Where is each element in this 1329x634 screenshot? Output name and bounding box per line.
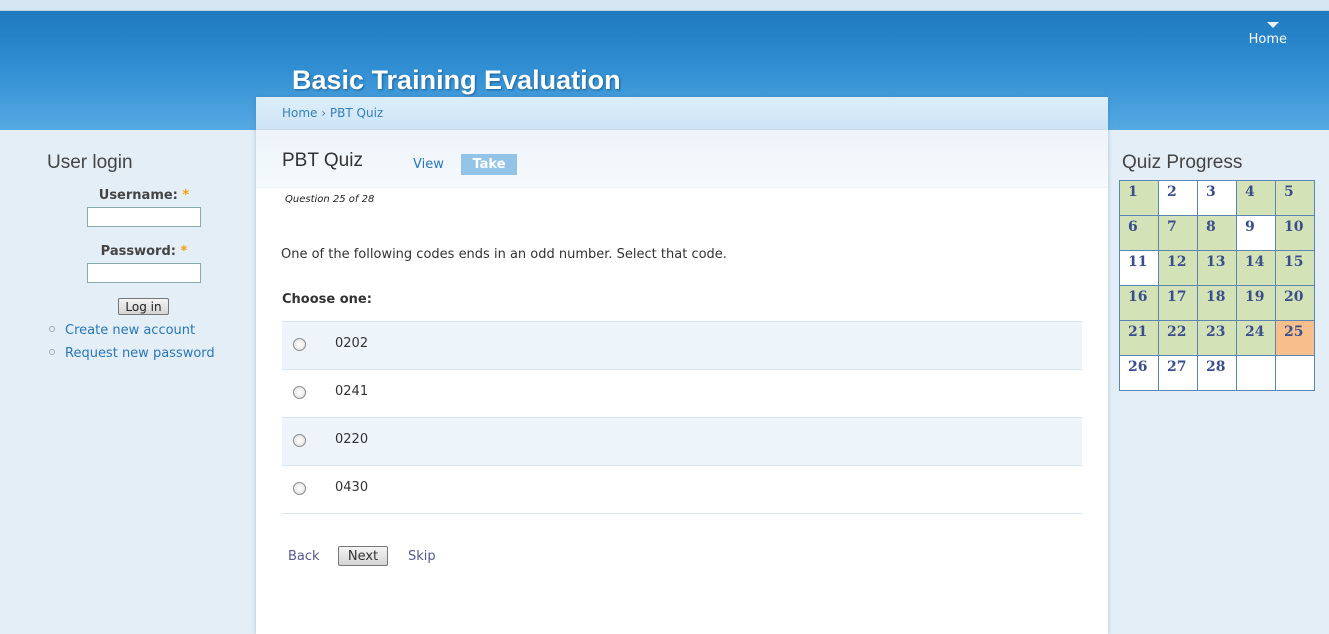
quiz-progress-grid: 1 2 3 4 5 6 7 8 9 10 11 12 13 14 15 16 17 18 19 20 21 22 23 24 2… (1119, 180, 1315, 391)
answer-option[interactable]: 0220 (282, 418, 1082, 466)
next-button[interactable]: Next (338, 546, 388, 566)
progress-row: 21 22 23 24 25 (1119, 320, 1315, 356)
required-marker: * (182, 188, 190, 203)
password-label-text: Password: (100, 244, 176, 259)
progress-cell-7[interactable]: 7 (1158, 215, 1198, 251)
username-label: Username: * (54, 188, 234, 203)
progress-cell-28[interactable]: 28 (1197, 355, 1237, 391)
radio-button[interactable] (293, 386, 306, 399)
tab-take[interactable]: Take (461, 154, 517, 175)
progress-cell-5[interactable]: 5 (1275, 180, 1315, 216)
question-number: Question 25 of 28 (285, 194, 375, 205)
progress-cell-9[interactable]: 9 (1236, 215, 1276, 251)
answer-option[interactable]: 0202 (282, 322, 1082, 370)
breadcrumb-current[interactable]: PBT Quiz (330, 106, 383, 120)
content-header: PBT Quiz View Take (256, 130, 1108, 188)
choose-one-label: Choose one: (282, 292, 372, 307)
password-label: Password: * (54, 244, 234, 259)
progress-cell-3[interactable]: 3 (1197, 180, 1237, 216)
username-input[interactable] (87, 207, 201, 227)
progress-cell-16[interactable]: 16 (1119, 285, 1159, 321)
bullet-icon (49, 326, 55, 332)
answer-option-label[interactable]: 0241 (335, 384, 368, 399)
main-content: Home › PBT Quiz PBT Quiz View Take Quest… (256, 97, 1108, 634)
page-title: PBT Quiz (282, 150, 363, 171)
progress-cell-12[interactable]: 12 (1158, 250, 1198, 286)
answer-option[interactable]: 0241 (282, 370, 1082, 418)
progress-cell-26[interactable]: 26 (1119, 355, 1159, 391)
progress-cell-22[interactable]: 22 (1158, 320, 1198, 356)
progress-cell-25[interactable]: 25 (1275, 320, 1315, 356)
progress-cell-11[interactable]: 11 (1119, 250, 1159, 286)
login-block-title: User login (47, 152, 133, 173)
radio-button[interactable] (293, 338, 306, 351)
progress-cell-20[interactable]: 20 (1275, 285, 1315, 321)
caret-down-icon (1267, 22, 1279, 28)
progress-cell-21[interactable]: 21 (1119, 320, 1159, 356)
progress-cell-empty (1275, 355, 1315, 391)
progress-row: 6 7 8 9 10 (1119, 215, 1315, 251)
bullet-icon (49, 349, 55, 355)
radio-button[interactable] (293, 482, 306, 495)
progress-row: 16 17 18 19 20 (1119, 285, 1315, 321)
progress-row: 26 27 28 (1119, 355, 1315, 391)
progress-row: 12345 (1119, 180, 1315, 216)
radio-button[interactable] (293, 434, 306, 447)
answer-option-label[interactable]: 0430 (335, 480, 368, 495)
password-input[interactable] (87, 263, 201, 283)
progress-cell-27[interactable]: 27 (1158, 355, 1198, 391)
progress-cell-17[interactable]: 17 (1158, 285, 1198, 321)
progress-cell-15[interactable]: 15 (1275, 250, 1315, 286)
answer-options: 0202 0241 0220 0430 (282, 321, 1082, 514)
skip-link[interactable]: Skip (408, 549, 436, 564)
required-marker: * (180, 244, 188, 259)
progress-cell-13[interactable]: 13 (1197, 250, 1237, 286)
breadcrumb: Home › PBT Quiz (256, 97, 1108, 130)
progress-cell-23[interactable]: 23 (1197, 320, 1237, 356)
progress-cell-empty (1236, 355, 1276, 391)
progress-cell-2[interactable]: 2 (1158, 180, 1198, 216)
nav-home-link[interactable]: Home (1249, 32, 1287, 47)
request-password-link[interactable]: Request new password (65, 346, 215, 361)
username-label-text: Username: (98, 188, 178, 203)
question-text: One of the following codes ends in an od… (281, 247, 727, 262)
progress-cell-24[interactable]: 24 (1236, 320, 1276, 356)
tab-view[interactable]: View (413, 157, 444, 172)
answer-option-label[interactable]: 0202 (335, 336, 368, 351)
progress-cell-10[interactable]: 10 (1275, 215, 1315, 251)
progress-cell-4[interactable]: 4 (1236, 180, 1276, 216)
top-strip (0, 0, 1329, 11)
progress-cell-6[interactable]: 6 (1119, 215, 1159, 251)
back-link[interactable]: Back (288, 549, 320, 564)
answer-option-label[interactable]: 0220 (335, 432, 368, 447)
login-button[interactable]: Log in (118, 298, 169, 315)
breadcrumb-home[interactable]: Home (282, 106, 317, 120)
quiz-progress-title: Quiz Progress (1122, 152, 1243, 173)
progress-row: 11 12 13 14 15 (1119, 250, 1315, 286)
progress-cell-18[interactable]: 18 (1197, 285, 1237, 321)
progress-cell-1[interactable]: 1 (1119, 180, 1159, 216)
progress-cell-8[interactable]: 8 (1197, 215, 1237, 251)
answer-option[interactable]: 0430 (282, 466, 1082, 514)
site-title[interactable]: Basic Training Evaluation (292, 65, 621, 96)
breadcrumb-separator: › (321, 106, 327, 120)
create-account-link[interactable]: Create new account (65, 323, 195, 338)
progress-cell-14[interactable]: 14 (1236, 250, 1276, 286)
progress-cell-19[interactable]: 19 (1236, 285, 1276, 321)
